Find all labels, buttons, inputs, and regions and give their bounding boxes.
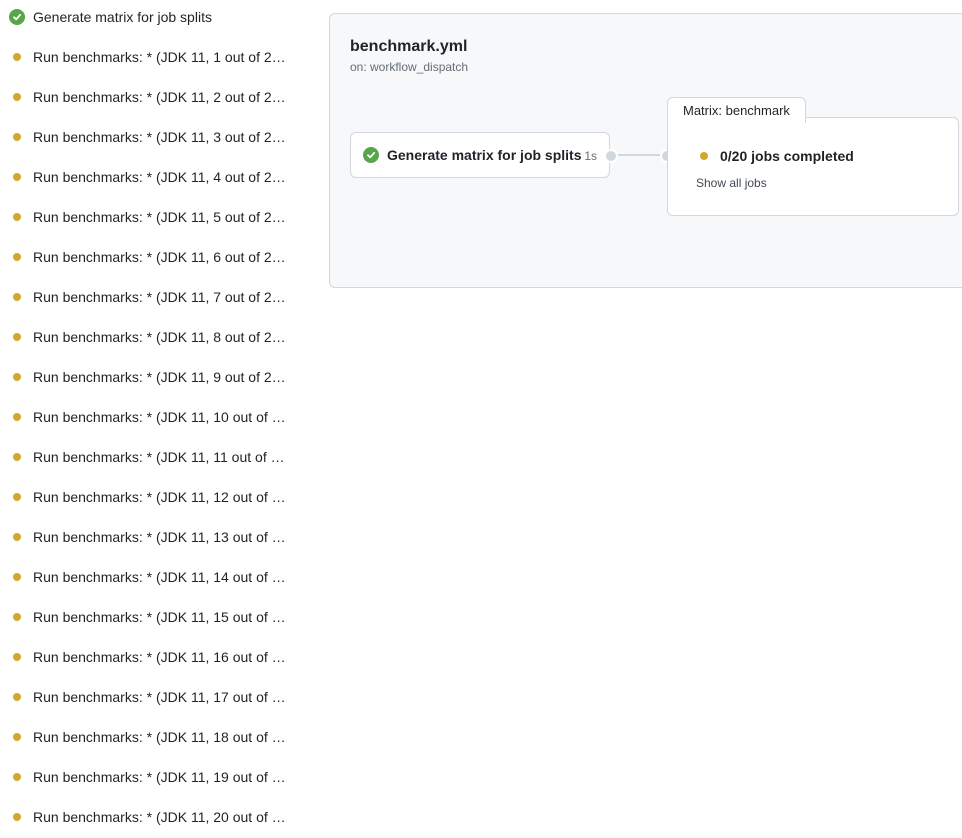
- queued-dot-icon: [9, 769, 25, 785]
- queued-dot-icon: [13, 173, 21, 181]
- check-circle-icon: [9, 9, 25, 25]
- job-list-sidebar: Generate matrix for job splits Run benchm…: [0, 0, 300, 838]
- sidebar-job-item[interactable]: Run benchmarks: * (JDK 11, 5 out of 2…: [0, 197, 300, 237]
- queued-dot-icon: [9, 209, 25, 225]
- queued-dot-icon: [9, 169, 25, 185]
- sidebar-job-item[interactable]: Run benchmarks: * (JDK 11, 20 out of …: [0, 797, 300, 837]
- queued-dot-icon: [13, 133, 21, 141]
- queued-dot-icon: [13, 333, 21, 341]
- job-duration: 1s: [584, 149, 597, 163]
- queued-dot-icon: [9, 289, 25, 305]
- matrix-card-benchmark[interactable]: 0/20 jobs completed Show all jobs: [667, 117, 959, 216]
- sidebar-job-item[interactable]: Run benchmarks: * (JDK 11, 18 out of …: [0, 717, 300, 757]
- queued-dot-icon: [9, 369, 25, 385]
- sidebar-job-item[interactable]: Run benchmarks: * (JDK 11, 13 out of …: [0, 517, 300, 557]
- sidebar-job-label: Run benchmarks: * (JDK 11, 5 out of 2…: [33, 209, 286, 225]
- queued-dot-icon: [13, 213, 21, 221]
- sidebar-job-label: Run benchmarks: * (JDK 11, 16 out of …: [33, 649, 286, 665]
- sidebar-job-item[interactable]: Run benchmarks: * (JDK 11, 9 out of 2…: [0, 357, 300, 397]
- queued-dot-icon: [13, 493, 21, 501]
- sidebar-job-item[interactable]: Run benchmarks: * (JDK 11, 2 out of 2…: [0, 77, 300, 117]
- queued-dot-icon: [13, 93, 21, 101]
- sidebar-job-label: Run benchmarks: * (JDK 11, 11 out of …: [33, 449, 285, 465]
- queued-dot-icon: [9, 529, 25, 545]
- sidebar-job-label: Run benchmarks: * (JDK 11, 10 out of …: [33, 409, 286, 425]
- queued-dot-icon: [13, 573, 21, 581]
- queued-dot-icon: [9, 249, 25, 265]
- queued-dot-icon: [13, 413, 21, 421]
- workflow-trigger: on: workflow_dispatch: [350, 60, 469, 74]
- sidebar-job-label: Run benchmarks: * (JDK 11, 17 out of …: [33, 689, 286, 705]
- sidebar-job-label: Run benchmarks: * (JDK 11, 3 out of 2…: [33, 129, 286, 145]
- sidebar-job-item[interactable]: Run benchmarks: * (JDK 11, 12 out of …: [0, 477, 300, 517]
- connector-node-start: [604, 149, 618, 163]
- queued-dot-icon: [13, 453, 21, 461]
- job-card-label: Generate matrix for job splits: [387, 147, 582, 163]
- queued-dot-icon: [13, 653, 21, 661]
- queued-dot-icon: [13, 533, 21, 541]
- queued-dot-icon: [9, 809, 25, 825]
- workflow-title: benchmark.yml: [350, 38, 468, 55]
- queued-dot-icon: [9, 489, 25, 505]
- sidebar-job-item[interactable]: Run benchmarks: * (JDK 11, 15 out of …: [0, 597, 300, 637]
- queued-dot-icon: [9, 729, 25, 745]
- queued-dot-icon: [13, 53, 21, 61]
- sidebar-job-item[interactable]: Run benchmarks: * (JDK 11, 4 out of 2…: [0, 157, 300, 197]
- queued-dot-icon: [9, 129, 25, 145]
- queued-dot-icon: [13, 693, 21, 701]
- check-circle-icon: [363, 147, 379, 163]
- sidebar-job-item[interactable]: Run benchmarks: * (JDK 11, 7 out of 2…: [0, 277, 300, 317]
- sidebar-job-label: Run benchmarks: * (JDK 11, 19 out of …: [33, 769, 286, 785]
- job-card-generate-matrix[interactable]: Generate matrix for job splits 1s: [350, 132, 610, 178]
- sidebar-job-label: Run benchmarks: * (JDK 11, 20 out of …: [33, 809, 286, 825]
- sidebar-job-label: Run benchmarks: * (JDK 11, 9 out of 2…: [33, 369, 286, 385]
- sidebar-job-label: Run benchmarks: * (JDK 11, 6 out of 2…: [33, 249, 286, 265]
- sidebar-job-item[interactable]: Run benchmarks: * (JDK 11, 8 out of 2…: [0, 317, 300, 357]
- queued-dot-icon: [9, 569, 25, 585]
- sidebar-job-item[interactable]: Run benchmarks: * (JDK 11, 6 out of 2…: [0, 237, 300, 277]
- sidebar-job-label: Run benchmarks: * (JDK 11, 1 out of 2…: [33, 49, 286, 65]
- queued-dot-icon: [13, 733, 21, 741]
- queued-dot-icon: [13, 813, 21, 821]
- sidebar-job-item[interactable]: Run benchmarks: * (JDK 11, 1 out of 2…: [0, 37, 300, 77]
- sidebar-job-item[interactable]: Run benchmarks: * (JDK 11, 19 out of …: [0, 757, 300, 797]
- sidebar-job-label: Run benchmarks: * (JDK 11, 13 out of …: [33, 529, 286, 545]
- sidebar-job-item[interactable]: Run benchmarks: * (JDK 11, 17 out of …: [0, 677, 300, 717]
- queued-dot-icon: [9, 49, 25, 65]
- sidebar-job-label: Run benchmarks: * (JDK 11, 14 out of …: [33, 569, 286, 585]
- sidebar-job-item[interactable]: Run benchmarks: * (JDK 11, 10 out of …: [0, 397, 300, 437]
- queued-dot-icon: [9, 449, 25, 465]
- sidebar-job-label: Run benchmarks: * (JDK 11, 4 out of 2…: [33, 169, 286, 185]
- sidebar-job-item[interactable]: Run benchmarks: * (JDK 11, 11 out of …: [0, 437, 300, 477]
- show-all-jobs-link[interactable]: Show all jobs: [696, 176, 767, 190]
- matrix-jobs-completed: 0/20 jobs completed: [720, 148, 854, 164]
- queued-dot-icon: [9, 649, 25, 665]
- check-circle-icon: [9, 9, 25, 25]
- matrix-tab-label: Matrix: benchmark: [667, 97, 806, 123]
- queued-dot-icon: [700, 152, 708, 160]
- sidebar-job-item[interactable]: Run benchmarks: * (JDK 11, 14 out of …: [0, 557, 300, 597]
- sidebar-job-label: Run benchmarks: * (JDK 11, 8 out of 2…: [33, 329, 286, 345]
- sidebar-job-label: Run benchmarks: * (JDK 11, 15 out of …: [33, 609, 286, 625]
- sidebar-job-label: Run benchmarks: * (JDK 11, 12 out of …: [33, 489, 286, 505]
- sidebar-job-item[interactable]: Run benchmarks: * (JDK 11, 3 out of 2…: [0, 117, 300, 157]
- queued-dot-icon: [13, 253, 21, 261]
- sidebar-job-item[interactable]: Generate matrix for job splits: [0, 0, 300, 37]
- sidebar-job-label: Run benchmarks: * (JDK 11, 7 out of 2…: [33, 289, 286, 305]
- queued-dot-icon: [9, 89, 25, 105]
- queued-dot-icon: [13, 773, 21, 781]
- queued-dot-icon: [9, 329, 25, 345]
- queued-dot-icon: [9, 609, 25, 625]
- sidebar-job-label: Generate matrix for job splits: [33, 9, 212, 25]
- workflow-graph-panel: benchmark.yml on: workflow_dispatch Gene…: [329, 13, 962, 288]
- queued-dot-icon: [9, 689, 25, 705]
- sidebar-job-item[interactable]: Run benchmarks: * (JDK 11, 16 out of …: [0, 637, 300, 677]
- queued-dot-icon: [13, 293, 21, 301]
- queued-dot-icon: [13, 613, 21, 621]
- sidebar-job-label: Run benchmarks: * (JDK 11, 18 out of …: [33, 729, 286, 745]
- queued-dot-icon: [9, 409, 25, 425]
- queued-dot-icon: [13, 373, 21, 381]
- sidebar-job-label: Run benchmarks: * (JDK 11, 2 out of 2…: [33, 89, 286, 105]
